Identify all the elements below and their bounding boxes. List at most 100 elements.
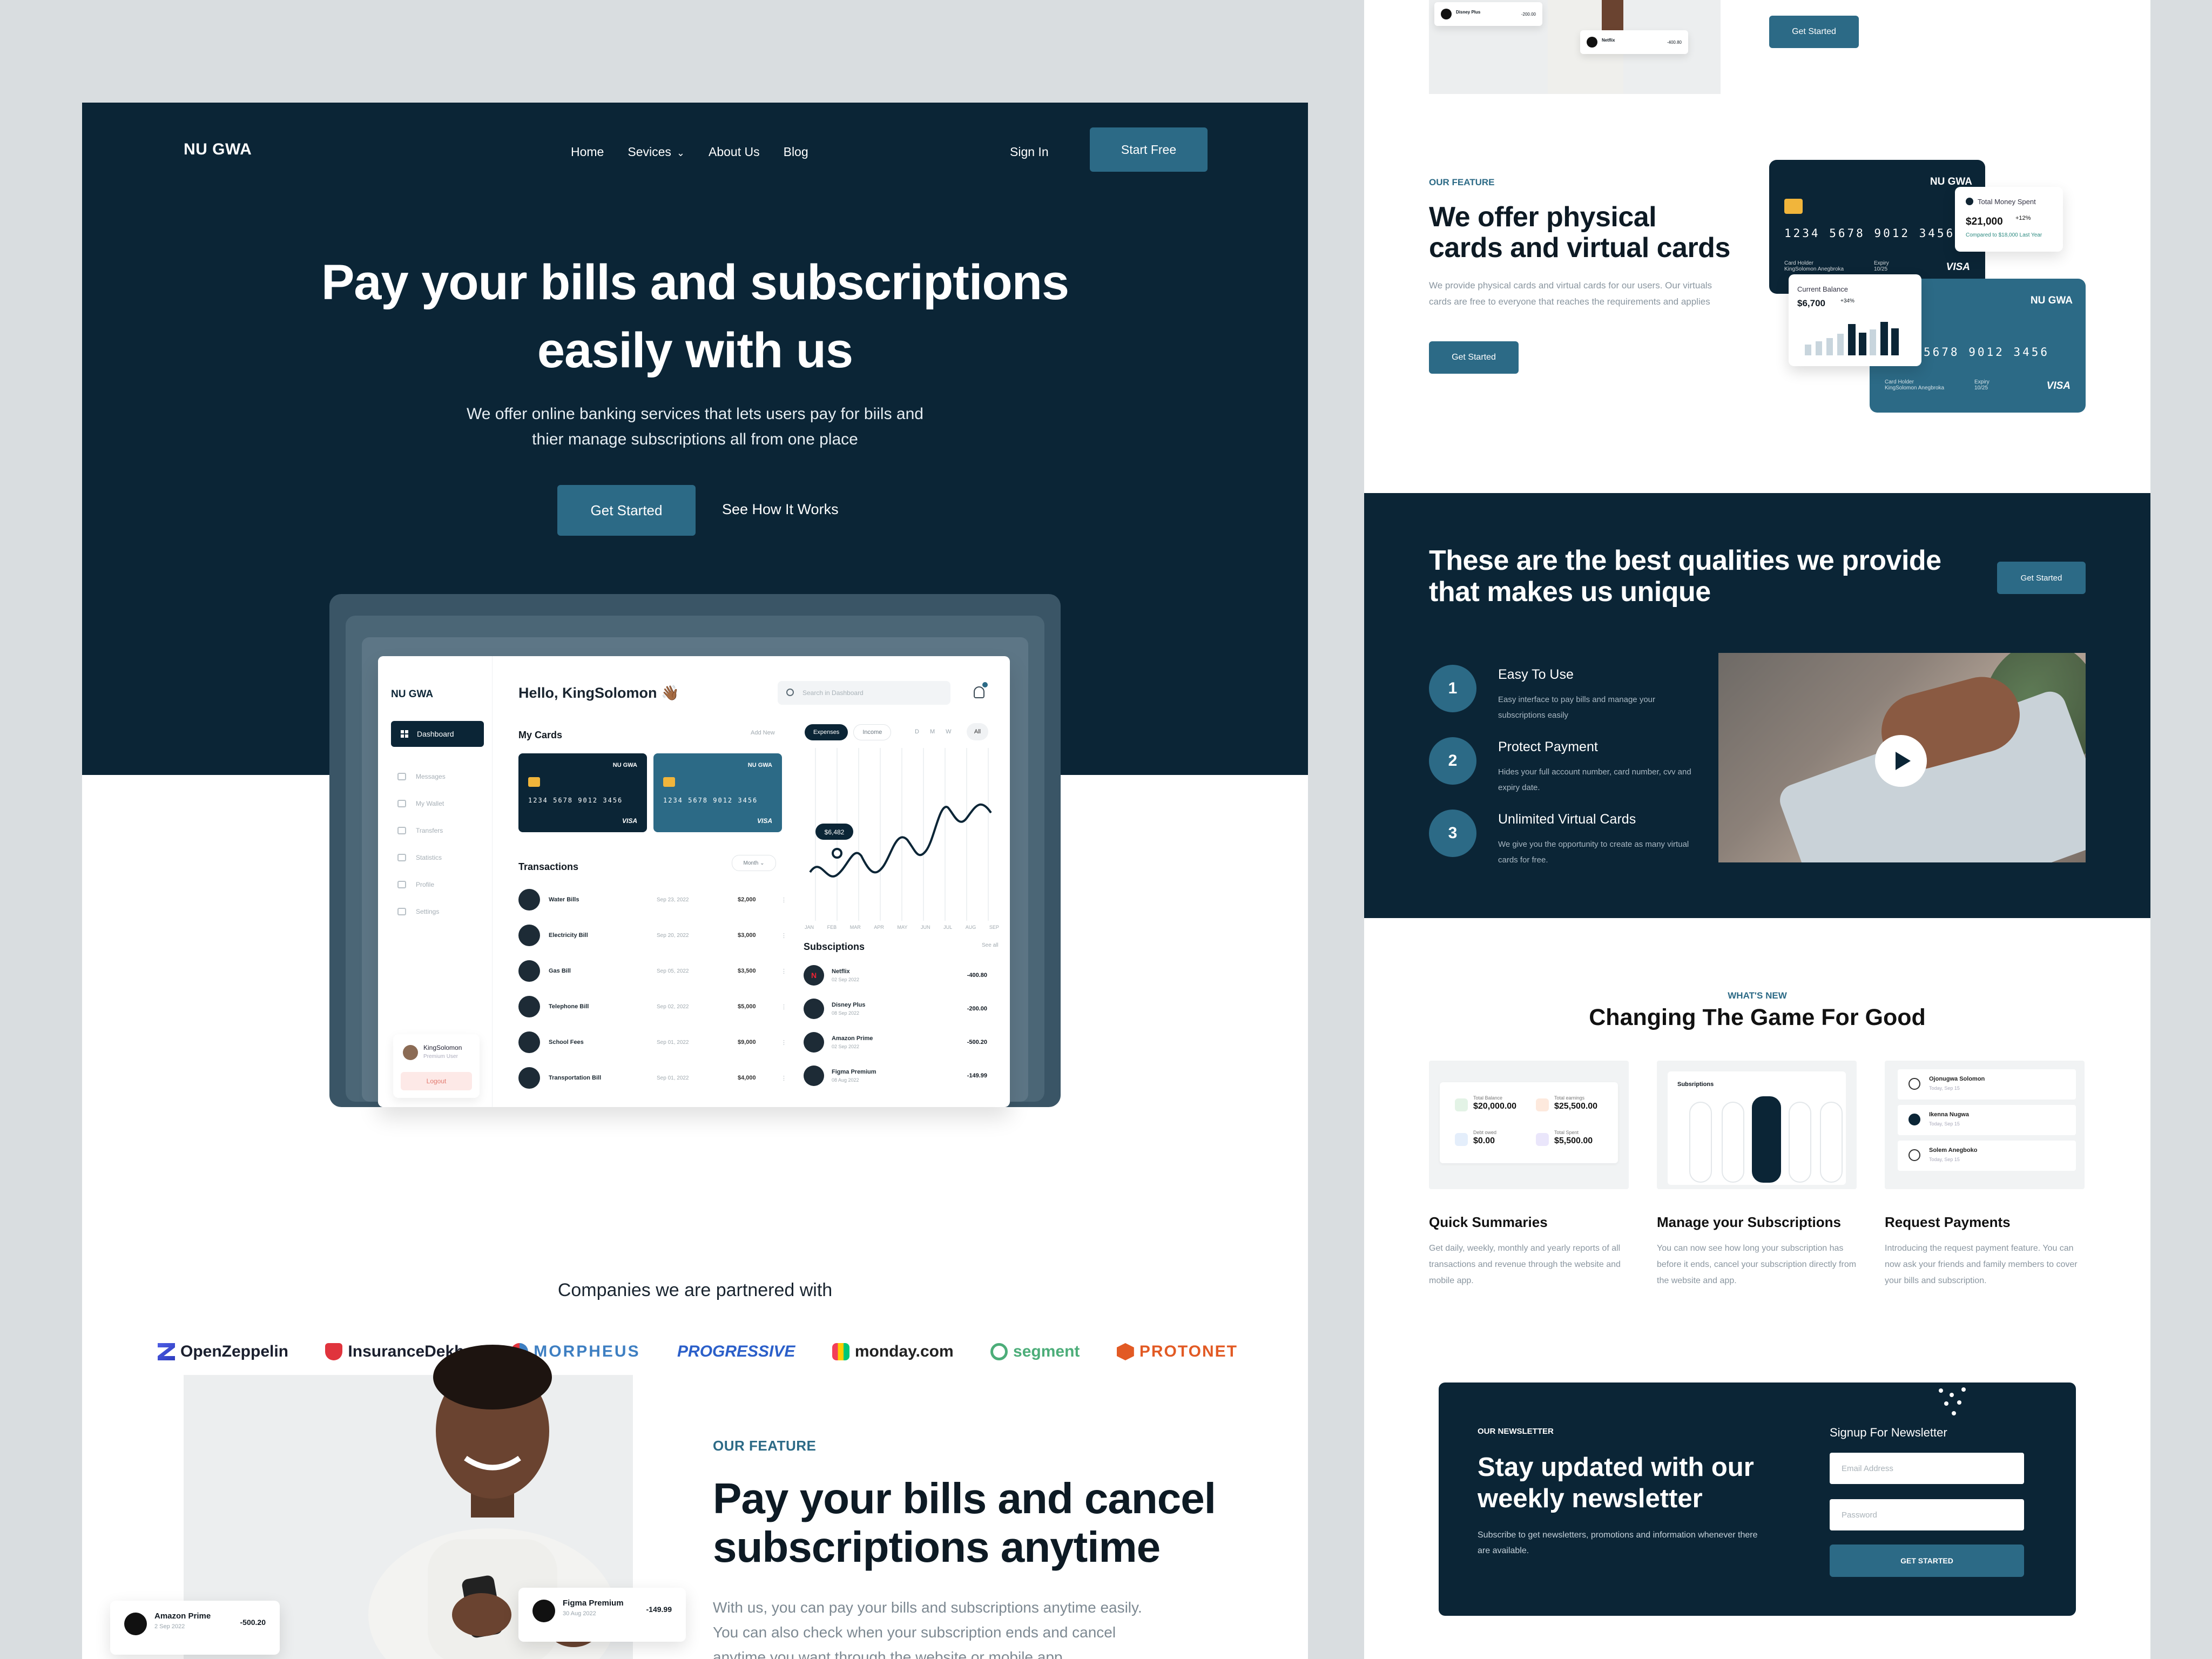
subscriptions-list: N Netflix 02 Sep 2022 -400.80 Disney Plus 08… (804, 959, 998, 1092)
logout-button[interactable]: Logout (401, 1072, 472, 1090)
list-item[interactable]: Solem Anegboko Today, Sep 15 (1898, 1141, 2076, 1171)
list-item[interactable]: Disney Plus 08 Sep 2022 -200.00 (804, 992, 998, 1026)
sidebar-item-profile[interactable]: Profile (397, 871, 446, 898)
dashboard-mockup: NU GWA Dashboard Messages My Wallet Tran… (378, 656, 1010, 1107)
logo[interactable]: NU GWA (184, 140, 252, 159)
newsletter-submit-button[interactable]: GET STARTED (1830, 1545, 2024, 1577)
expenses-line-chart: $6,482 (809, 748, 992, 921)
car-icon (518, 1067, 540, 1089)
visa-logo: VISA (622, 817, 637, 825)
checked-icon (1908, 1114, 1920, 1125)
user-role: Premium User (423, 1054, 458, 1060)
start-free-button[interactable]: Start Free (1090, 127, 1208, 172)
more-icon[interactable]: ⋮ (781, 1003, 787, 1010)
range-filters: D M W (915, 729, 952, 735)
password-field[interactable]: Password (1830, 1499, 2024, 1530)
top-nav: NU GWA Home Sevices ⌄ About Us Blog Sign … (82, 103, 1308, 200)
wallet-icon (1455, 1098, 1468, 1111)
play-icon[interactable] (1875, 735, 1927, 787)
tab-income[interactable]: Income (853, 724, 892, 740)
list-item[interactable]: Ojonugwa Solomon Today, Sep 15 (1898, 1069, 2076, 1100)
card-chip-icon (528, 777, 540, 787)
list-item[interactable]: Ikenna Nugwa Today, Sep 15 (1898, 1105, 2076, 1135)
add-new-card-link[interactable]: Add New (751, 730, 775, 736)
my-cards-title: My Cards (518, 730, 563, 740)
more-icon[interactable]: ⋮ (781, 896, 787, 903)
user-card: KingSolomon Premium User Logout (393, 1034, 480, 1098)
table-row[interactable]: Electricity Bill Sep 20, 2022 $3,000 ⋮ (518, 918, 788, 953)
sidebar-item-transfers[interactable]: Transfers (397, 817, 446, 844)
user-name: KingSolomon (423, 1044, 462, 1051)
table-row[interactable]: School Fees Sep 01, 2022 $9,000 ⋮ (518, 1024, 788, 1060)
cards-feature-title: We offer physical cards and virtual card… (1429, 201, 1730, 264)
see-how-it-works-link[interactable]: See How It Works (722, 501, 839, 518)
sidebar-item-statistics[interactable]: Statistics (397, 844, 446, 871)
chart-point[interactable] (832, 848, 842, 859)
netflix-float-card: Netflix -400.80 (1580, 30, 1688, 54)
tab-expenses[interactable]: Expenses (805, 724, 848, 740)
table-row[interactable]: Telephone Bill Sep 02, 2022 $5,000 ⋮ (518, 989, 788, 1024)
grid-icon (401, 730, 408, 738)
partner-openzeppelin: OpenZeppelin (158, 1343, 288, 1361)
dashboard-card-teal[interactable]: NU GWA 1234 5678 9012 3456 VISA (653, 753, 782, 832)
range-week[interactable]: W (946, 729, 951, 735)
qualities-get-started-button[interactable]: Get Started (1997, 562, 2086, 594)
email-field[interactable]: Email Address (1830, 1453, 2024, 1484)
list-item[interactable]: Figma Premium 08 Aug 2022 -149.99 (804, 1059, 998, 1092)
water-icon (518, 889, 540, 911)
nav-services[interactable]: Sevices ⌄ (628, 145, 685, 159)
sidebar-item-settings[interactable]: Settings (397, 898, 446, 925)
visa-logo: VISA (2046, 380, 2071, 392)
amazon-icon (124, 1613, 147, 1635)
list-item[interactable]: Amazon Prime 02 Sep 2022 -500.20 (804, 1026, 998, 1059)
table-row[interactable]: Gas Bill Sep 05, 2022 $3,500 ⋮ (518, 953, 788, 989)
newsletter-section: OUR NEWSLETTER Stay updated with our wee… (1439, 1382, 2076, 1616)
chart-tabs: Expenses Income (805, 724, 892, 740)
dashboard-card-navy[interactable]: NU GWA 1234 5678 9012 3456 VISA (518, 753, 647, 832)
see-all-link[interactable]: See all (982, 942, 999, 948)
disney-icon (804, 999, 824, 1019)
nav-home[interactable]: Home (571, 145, 604, 159)
period-select[interactable]: Month ⌄ (732, 855, 776, 871)
more-icon[interactable]: ⋮ (781, 1075, 787, 1082)
more-icon[interactable]: ⋮ (781, 1039, 787, 1046)
hero-get-started-button[interactable]: Get Started (557, 485, 696, 536)
chevron-down-icon: ⌄ (676, 147, 685, 158)
sidebar-item-dashboard[interactable]: Dashboard (391, 721, 484, 747)
dashboard-search-input[interactable]: Search in Dashboard (778, 681, 950, 705)
partners-title: Companies we are partnered with (557, 1280, 833, 1300)
more-icon[interactable]: ⋮ (781, 932, 787, 939)
chart-tooltip-text: $6,482 (825, 828, 845, 836)
sidebar-menu: Messages My Wallet Transfers Statistics … (397, 763, 446, 925)
card-chip-icon (1784, 199, 1803, 214)
whats-new-title: Changing The Game For Good (1589, 1004, 1926, 1030)
sign-in-link[interactable]: Sign In (1010, 145, 1049, 159)
top-get-started-button[interactable]: Get Started (1769, 16, 1859, 48)
sidebar-item-wallet[interactable]: My Wallet (397, 790, 446, 817)
electricity-icon (518, 925, 540, 946)
table-row[interactable]: Transportation Bill Sep 01, 2022 $4,000 ⋮ (518, 1060, 788, 1096)
table-row[interactable]: Water Bills Sep 23, 2022 $2,000 ⋮ (518, 882, 788, 918)
receipt-icon (1536, 1133, 1549, 1146)
visa-logo: VISA (757, 817, 772, 825)
range-all[interactable]: All (967, 723, 988, 740)
more-icon[interactable]: ⋮ (781, 968, 787, 975)
video-thumbnail[interactable] (1718, 653, 2086, 862)
newsletter-title: Stay updated with our weekly newsletter (1478, 1453, 1754, 1513)
hero-subtitle: We offer online banking services that le… (466, 405, 923, 448)
nav-blog[interactable]: Blog (784, 145, 808, 159)
newsletter-label: OUR NEWSLETTER (1478, 1427, 1554, 1436)
sidebar-item-messages[interactable]: Messages (397, 763, 446, 790)
nav-links: Home Sevices ⌄ About Us Blog (571, 145, 808, 159)
partner-logos: OpenZeppelin InsuranceDekho MORPHEUS PRO… (158, 1343, 1238, 1361)
range-month[interactable]: M (930, 729, 935, 735)
nav-about[interactable]: About Us (709, 145, 760, 159)
range-day[interactable]: D (915, 729, 919, 735)
message-icon (397, 773, 406, 780)
list-item[interactable]: N Netflix 02 Sep 2022 -400.80 (804, 959, 998, 992)
amazon-icon (804, 1032, 824, 1053)
transfer-icon (397, 827, 406, 834)
newsletter-signup-label: Signup For Newsletter (1830, 1426, 1947, 1439)
feature-description: With us, you can pay your bills and subs… (713, 1599, 1142, 1659)
cards-get-started-button[interactable]: Get Started (1429, 341, 1519, 374)
